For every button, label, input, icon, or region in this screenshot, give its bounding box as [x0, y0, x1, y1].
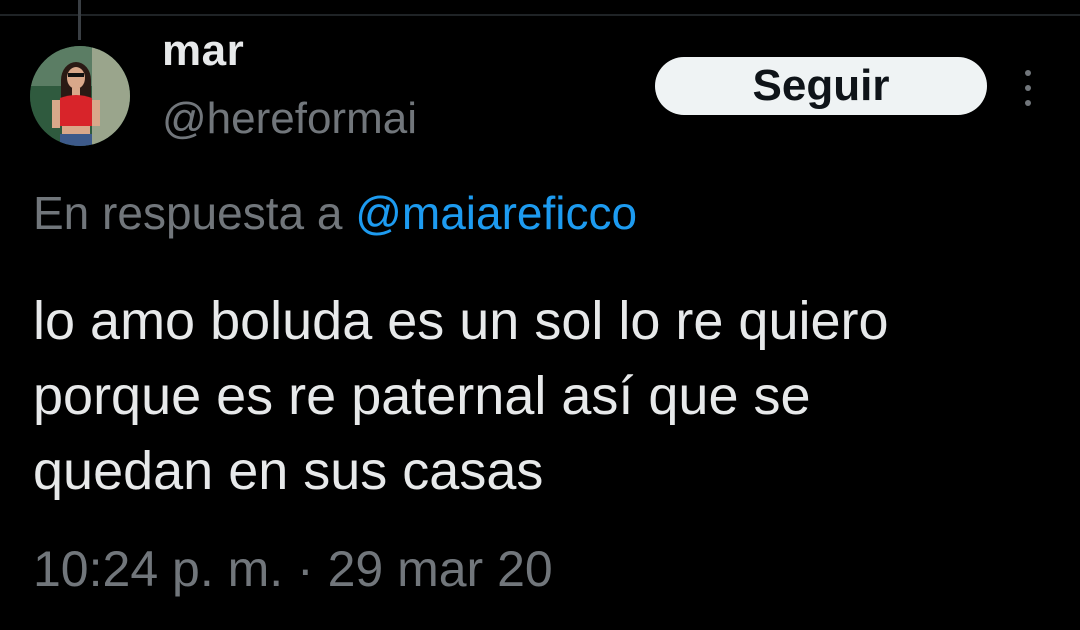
tweet-text-line: lo amo boluda es un sol lo re quiero	[33, 291, 889, 351]
more-dot	[1025, 70, 1031, 76]
tweet-timestamp[interactable]: 10:24 p. m. · 29 mar 20	[33, 540, 553, 598]
follow-button[interactable]: Seguir	[655, 57, 987, 115]
tweet-text: lo amo boluda es un sol lo re quiero por…	[33, 284, 1063, 509]
author-handle[interactable]: @hereformai	[162, 94, 417, 144]
more-vertical-icon[interactable]	[1016, 70, 1040, 106]
author-display-name[interactable]: mar	[162, 26, 244, 76]
tweet-text-line: quedan en sus casas	[33, 441, 544, 501]
tweet-text-line: porque es re paternal así que se	[33, 366, 811, 426]
more-dot	[1025, 85, 1031, 91]
reply-prefix: En respuesta a	[33, 187, 343, 239]
more-dot	[1025, 100, 1031, 106]
thread-connector-line	[78, 0, 81, 40]
reply-mention-link[interactable]: @maiareficco	[355, 187, 637, 239]
avatar[interactable]	[30, 46, 130, 146]
avatar-photo-image	[30, 46, 130, 146]
reply-context: En respuesta a @maiareficco	[33, 186, 637, 240]
top-divider	[0, 14, 1080, 16]
